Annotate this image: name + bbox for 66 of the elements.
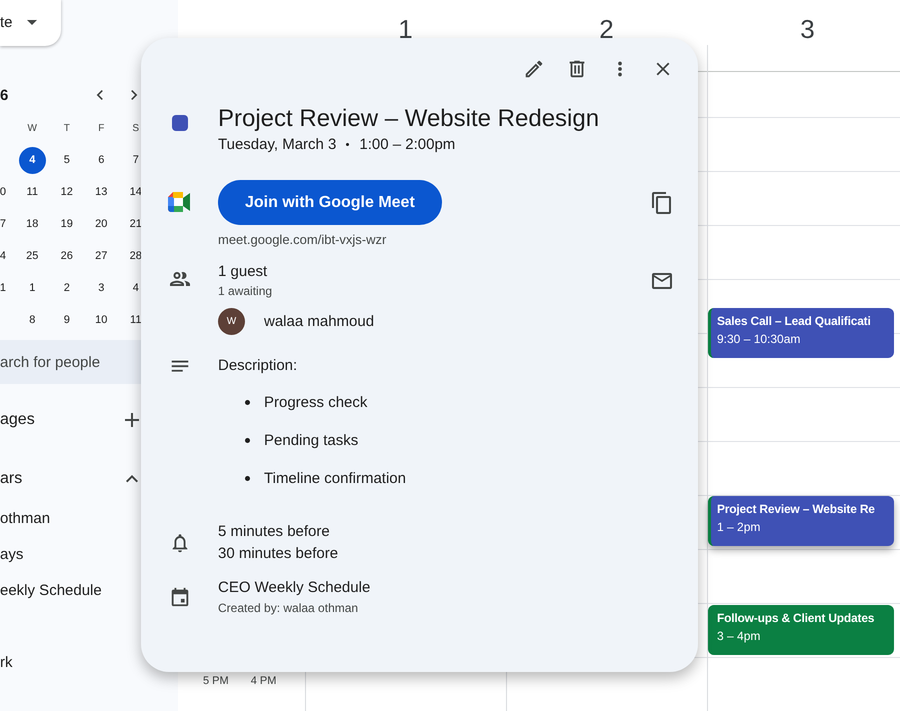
weekday-label: S bbox=[131, 122, 140, 136]
description-heading: Description: bbox=[218, 357, 298, 374]
bullet-text: Progress check bbox=[264, 394, 368, 411]
day-number[interactable]: 10 bbox=[88, 306, 115, 334]
avatar: W bbox=[218, 308, 245, 335]
event-chip[interactable]: Project Review – Website Re 1 – 2pm bbox=[708, 496, 894, 546]
bullet-dot bbox=[245, 438, 250, 443]
day-number[interactable]: 18 bbox=[18, 210, 46, 238]
day-number[interactable]: 20 bbox=[88, 210, 115, 238]
day-number[interactable]: 4 bbox=[18, 146, 46, 174]
copy-icon[interactable] bbox=[650, 190, 674, 214]
video-camera-icon bbox=[168, 192, 192, 212]
event-title: Follow-ups & Client Updates bbox=[717, 610, 874, 626]
weekday-label: W bbox=[26, 122, 38, 136]
guest-name: walaa mahmoud bbox=[264, 313, 374, 330]
time-label: 4 PM bbox=[250, 675, 276, 687]
dropdown-icon bbox=[26, 20, 37, 25]
day-number[interactable]: 1 bbox=[0, 272, 15, 304]
day-number[interactable]: 8 bbox=[18, 306, 46, 334]
event-title: Sales Call – Lead Qualificati bbox=[717, 313, 871, 329]
pencil-icon[interactable] bbox=[523, 58, 545, 80]
month-label: 6 bbox=[0, 86, 8, 104]
day-number[interactable]: 25 bbox=[18, 242, 46, 270]
join-meeting-button[interactable]: Join with Google Meet bbox=[218, 180, 442, 225]
time-label: 5 PM bbox=[203, 675, 229, 687]
guest-status: 1 awaiting bbox=[218, 284, 272, 298]
event-time: 1 – 2pm bbox=[717, 519, 762, 535]
guest-count: 1 guest bbox=[218, 263, 268, 280]
day-number[interactable]: 13 bbox=[88, 178, 115, 206]
create-button[interactable]: te bbox=[0, 0, 61, 46]
calendar-creator: Created by: walaa othman bbox=[218, 601, 360, 615]
reminder-text: 30 minutes before bbox=[218, 544, 340, 564]
bullet-text: Timeline confirmation bbox=[264, 470, 406, 487]
day-number[interactable]: 2 bbox=[53, 274, 80, 302]
calendar-name: CEO Weekly Schedule bbox=[218, 579, 372, 596]
bullet-dot bbox=[245, 476, 250, 481]
event-title: Project Review – Website Re bbox=[717, 501, 875, 517]
day-number[interactable]: 3 bbox=[800, 14, 815, 45]
day-number[interactable]: 5 bbox=[53, 146, 80, 174]
day-number[interactable]: 27 bbox=[88, 242, 115, 270]
day-number[interactable]: 4 bbox=[0, 240, 15, 272]
weekday-label: F bbox=[97, 122, 106, 136]
day-number[interactable]: 3 bbox=[88, 274, 115, 302]
event-chip[interactable]: Follow-ups & Client Updates 3 – 4pm bbox=[708, 605, 894, 655]
event-title: Project Review – Website Redesign bbox=[218, 104, 600, 134]
event-chip[interactable]: Sales Call – Lead Qualificati 9:30 – 10:30am bbox=[708, 308, 894, 358]
event-time: 9:30 – 10:30am bbox=[717, 331, 802, 347]
day-number[interactable]: 11 bbox=[18, 178, 46, 206]
day-number[interactable]: 1 bbox=[18, 274, 46, 302]
day-number[interactable]: 19 bbox=[53, 210, 80, 238]
bullet-text: Pending tasks bbox=[264, 432, 358, 449]
weekday-label: T bbox=[62, 122, 71, 136]
day-number[interactable]: 7 bbox=[0, 208, 15, 240]
separator-dot bbox=[346, 143, 350, 146]
day-number[interactable]: 6 bbox=[88, 146, 115, 174]
event-time: 3 – 4pm bbox=[717, 628, 762, 644]
reminder-text: 5 minutes before bbox=[218, 522, 331, 542]
event-date: Tuesday, March 3 bbox=[218, 136, 336, 153]
event-time: 1:00 – 2:00pm bbox=[359, 136, 456, 153]
day-number[interactable]: 12 bbox=[53, 178, 80, 206]
day-number[interactable]: 9 bbox=[53, 306, 80, 334]
bullet-dot bbox=[245, 400, 250, 405]
section-title: ars bbox=[0, 470, 22, 488]
section-title: ages bbox=[0, 411, 35, 429]
day-number[interactable]: 26 bbox=[53, 242, 80, 270]
day-number[interactable]: 0 bbox=[0, 176, 15, 208]
